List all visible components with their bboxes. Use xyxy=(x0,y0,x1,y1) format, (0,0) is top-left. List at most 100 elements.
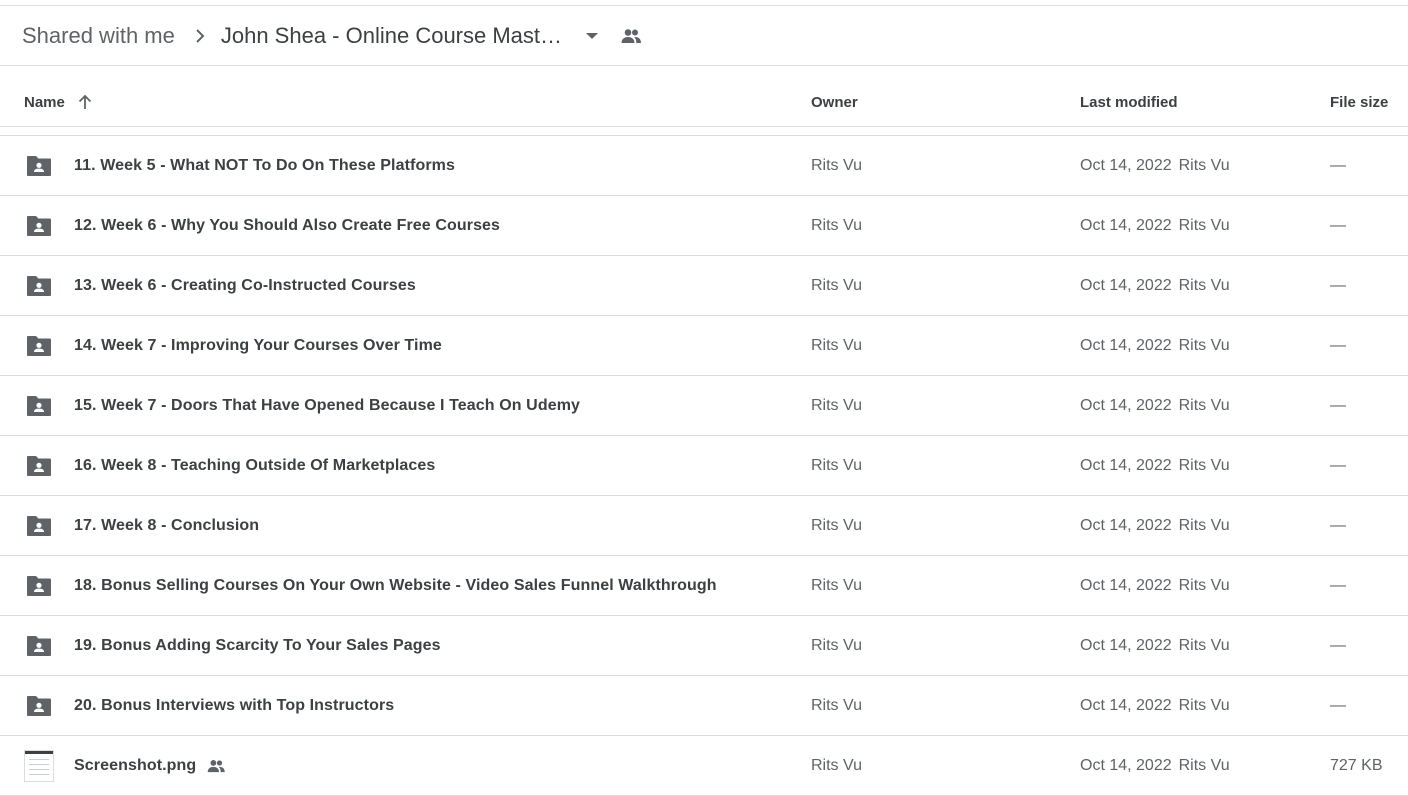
column-header-name-label: Name xyxy=(24,93,65,111)
modified-date: Oct 14, 2022 xyxy=(1080,396,1172,414)
file-name-label: 15. Week 7 - Doors That Have Opened Beca… xyxy=(74,396,581,414)
file-name: 18. Bonus Selling Courses On Your Own We… xyxy=(74,556,717,615)
file-last-modified: Oct 14, 2022 Rits Vu xyxy=(1080,616,1230,675)
modified-by: Rits Vu xyxy=(1178,276,1230,294)
file-row[interactable]: 11. Week 5 - What NOT To Do On These Pla… xyxy=(0,136,1408,196)
modified-by: Rits Vu xyxy=(1178,456,1230,474)
file-name: 15. Week 7 - Doors That Have Opened Beca… xyxy=(74,376,580,435)
file-row[interactable]: Screenshot.png Rits Vu Oct 14, 2022 Rits Vu… xyxy=(0,736,1408,796)
file-owner: Rits Vu xyxy=(811,216,862,234)
image-thumbnail-icon xyxy=(24,736,54,795)
file-owner: Rits Vu xyxy=(811,756,862,774)
file-owner: Rits Vu xyxy=(811,276,862,294)
modified-date: Oct 14, 2022 xyxy=(1080,456,1172,474)
modified-date: Oct 14, 2022 xyxy=(1080,756,1172,774)
column-header-owner: Owner xyxy=(811,93,858,111)
modified-by: Rits Vu xyxy=(1178,636,1230,654)
shared-people-icon xyxy=(206,759,226,773)
file-row[interactable]: 20. Bonus Interviews with Top Instructor… xyxy=(0,676,1408,736)
file-name: Screenshot.png xyxy=(74,736,226,795)
file-last-modified: Oct 14, 2022 Rits Vu xyxy=(1080,196,1230,255)
file-row[interactable]: 15. Week 7 - Doors That Have Opened Beca… xyxy=(0,376,1408,436)
file-last-modified: Oct 14, 2022 Rits Vu xyxy=(1080,136,1230,195)
caret-down-icon[interactable] xyxy=(580,24,604,48)
file-name-label: 18. Bonus Selling Courses On Your Own We… xyxy=(74,576,717,594)
file-size: — xyxy=(1330,516,1346,534)
modified-by: Rits Vu xyxy=(1178,756,1230,774)
column-header-last-modified[interactable]: Last modified xyxy=(1080,78,1178,126)
file-last-modified: Oct 14, 2022 Rits Vu xyxy=(1080,676,1230,735)
column-header-file-size: File size xyxy=(1330,93,1389,111)
arrow-up-icon[interactable] xyxy=(77,94,93,110)
modified-date: Oct 14, 2022 xyxy=(1080,216,1172,234)
modified-date: Oct 14, 2022 xyxy=(1080,156,1172,174)
file-name-label: Screenshot.png xyxy=(74,756,197,774)
column-header-name[interactable]: Name xyxy=(24,78,93,126)
file-name-label: 16. Week 8 - Teaching Outside Of Marketp… xyxy=(74,456,436,474)
people-icon[interactable] xyxy=(618,23,644,49)
file-last-modified: Oct 14, 2022 Rits Vu xyxy=(1080,736,1230,795)
file-owner: Rits Vu xyxy=(811,456,862,474)
file-owner: Rits Vu xyxy=(811,516,862,534)
file-row[interactable]: 13. Week 6 - Creating Co-Instructed Cour… xyxy=(0,256,1408,316)
file-owner: Rits Vu xyxy=(811,156,862,174)
breadcrumb-shared-with-me[interactable]: Shared with me xyxy=(22,23,175,49)
column-header-row: Name Owner Last modified File size xyxy=(0,78,1408,127)
file-owner: Rits Vu xyxy=(811,396,862,414)
file-name: 14. Week 7 - Improving Your Courses Over… xyxy=(74,316,442,375)
modified-by: Rits Vu xyxy=(1178,396,1230,414)
file-name: 11. Week 5 - What NOT To Do On These Pla… xyxy=(74,136,455,195)
file-name: 16. Week 8 - Teaching Outside Of Marketp… xyxy=(74,436,435,495)
file-row[interactable]: 12. Week 6 - Why You Should Also Create … xyxy=(0,196,1408,256)
file-last-modified: Oct 14, 2022 Rits Vu xyxy=(1080,496,1230,555)
shared-folder-icon xyxy=(26,496,54,555)
modified-date: Oct 14, 2022 xyxy=(1080,636,1172,654)
file-last-modified: Oct 14, 2022 Rits Vu xyxy=(1080,436,1230,495)
file-size: — xyxy=(1330,636,1346,654)
modified-date: Oct 14, 2022 xyxy=(1080,576,1172,594)
file-size: — xyxy=(1330,456,1346,474)
chevron-right-icon xyxy=(191,27,209,45)
shared-folder-icon xyxy=(26,676,54,735)
modified-date: Oct 14, 2022 xyxy=(1080,336,1172,354)
file-name: 20. Bonus Interviews with Top Instructor… xyxy=(74,676,394,735)
shared-folder-icon xyxy=(26,556,54,615)
shared-folder-icon xyxy=(26,436,54,495)
file-row[interactable]: 19. Bonus Adding Scarcity To Your Sales … xyxy=(0,616,1408,676)
file-name: 19. Bonus Adding Scarcity To Your Sales … xyxy=(74,616,441,675)
shared-folder-icon xyxy=(26,136,54,195)
modified-date: Oct 14, 2022 xyxy=(1080,276,1172,294)
file-size: — xyxy=(1330,216,1346,234)
file-name-label: 11. Week 5 - What NOT To Do On These Pla… xyxy=(74,156,455,174)
modified-by: Rits Vu xyxy=(1178,576,1230,594)
file-size: — xyxy=(1330,696,1346,714)
file-row[interactable]: 16. Week 8 - Teaching Outside Of Marketp… xyxy=(0,436,1408,496)
file-size: — xyxy=(1330,276,1346,294)
file-name: 13. Week 6 - Creating Co-Instructed Cour… xyxy=(74,256,416,315)
file-name: 12. Week 6 - Why You Should Also Create … xyxy=(74,196,500,255)
file-row[interactable]: 17. Week 8 - Conclusion Rits Vu Oct 14, 20… xyxy=(0,496,1408,556)
shared-folder-icon xyxy=(26,376,54,435)
modified-by: Rits Vu xyxy=(1178,216,1230,234)
modified-by: Rits Vu xyxy=(1178,336,1230,354)
file-name-label: 19. Bonus Adding Scarcity To Your Sales … xyxy=(74,636,441,654)
shared-folder-icon xyxy=(26,256,54,315)
file-owner: Rits Vu xyxy=(811,336,862,354)
shared-folder-icon xyxy=(26,316,54,375)
modified-by: Rits Vu xyxy=(1178,696,1230,714)
file-list: 11. Week 5 - What NOT To Do On These Pla… xyxy=(0,136,1408,796)
file-owner: Rits Vu xyxy=(811,636,862,654)
file-last-modified: Oct 14, 2022 Rits Vu xyxy=(1080,376,1230,435)
file-name-label: 20. Bonus Interviews with Top Instructor… xyxy=(74,696,395,714)
modified-date: Oct 14, 2022 xyxy=(1080,516,1172,534)
file-last-modified: Oct 14, 2022 Rits Vu xyxy=(1080,316,1230,375)
file-name-label: 14. Week 7 - Improving Your Courses Over… xyxy=(74,336,442,354)
breadcrumb-current-folder[interactable]: John Shea - Online Course Mastery xyxy=(221,23,566,49)
file-size: — xyxy=(1330,576,1346,594)
file-row[interactable]: 14. Week 7 - Improving Your Courses Over… xyxy=(0,316,1408,376)
file-row[interactable]: 18. Bonus Selling Courses On Your Own We… xyxy=(0,556,1408,616)
file-name-label: 17. Week 8 - Conclusion xyxy=(74,516,260,534)
file-name: 17. Week 8 - Conclusion xyxy=(74,496,259,555)
shared-folder-icon xyxy=(26,616,54,675)
modified-by: Rits Vu xyxy=(1178,516,1230,534)
